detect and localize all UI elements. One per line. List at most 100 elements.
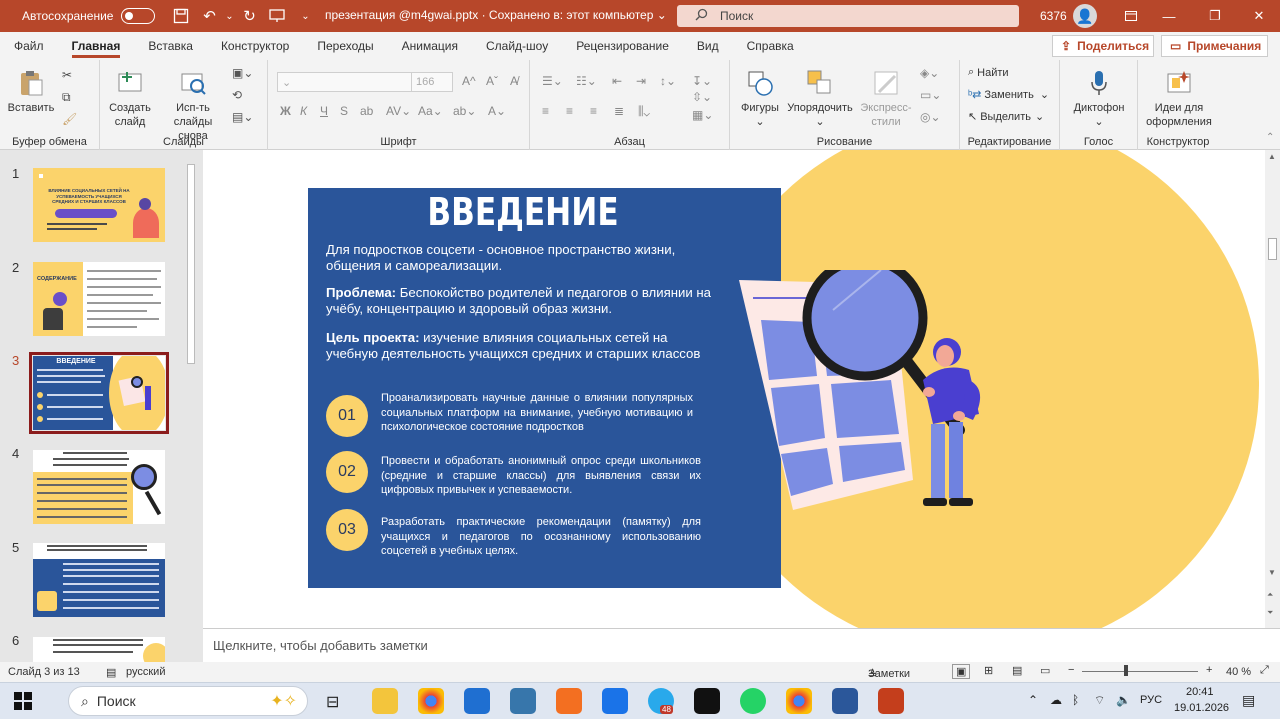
slide-title[interactable]: ВВЕДЕНИЕ <box>347 190 700 234</box>
keyboard-language[interactable]: РУС <box>1140 694 1162 706</box>
align-left-icon[interactable]: ≡ <box>542 104 549 118</box>
task-view-icon[interactable]: ⊟ <box>326 692 339 712</box>
reuse-slides-button[interactable]: Исп-ть слайды снова <box>162 68 224 143</box>
new-slide-button[interactable]: Создать слайд <box>106 68 154 129</box>
copy-icon[interactable]: ⧉ <box>62 90 71 105</box>
normal-view-icon[interactable]: ▣ <box>952 664 971 679</box>
smartart-icon[interactable]: ▦⌄ <box>692 108 713 122</box>
autosave-toggle[interactable] <box>121 8 156 24</box>
select-button[interactable]: ↖ Выделить ⌄ <box>968 110 1044 124</box>
spellcheck-icon[interactable]: ▤ <box>106 666 116 679</box>
paste-button[interactable]: Вставить <box>6 68 56 115</box>
avatar[interactable]: 👤 <box>1073 4 1097 28</box>
tab-insert[interactable]: Вставка <box>134 32 207 60</box>
align-center-icon[interactable]: ≡ <box>566 104 573 118</box>
bluetooth-icon[interactable]: ᛒ <box>1072 693 1079 707</box>
volume-icon[interactable]: 🔈 <box>1116 693 1131 707</box>
slideshow-icon[interactable] <box>263 2 291 30</box>
task-item-3[interactable]: Разработать практические рекомендации (п… <box>381 515 701 559</box>
save-icon[interactable] <box>167 2 195 30</box>
underline-button[interactable]: Ч <box>320 104 328 118</box>
slide-thumbnail-5[interactable] <box>33 543 165 617</box>
slide-3[interactable]: ВВЕДЕНИЕ Для подростков соцсети - основн… <box>203 150 1265 628</box>
layout-icon[interactable]: ▣⌄ <box>232 66 253 80</box>
tab-slideshow[interactable]: Слайд-шоу <box>472 32 562 60</box>
slide-thumbnail-6[interactable] <box>33 637 165 662</box>
store-icon[interactable] <box>464 688 490 714</box>
zoom-level[interactable]: 40 % <box>1226 666 1251 678</box>
wifi-icon[interactable]: ⌔ <box>1094 693 1105 708</box>
clock-date[interactable]: 19.01.2026 <box>1174 702 1229 714</box>
text-direction-icon[interactable]: ↧⌄ <box>692 74 712 88</box>
collapse-ribbon-icon[interactable]: ⌃ <box>1266 132 1274 143</box>
shape-fill-icon[interactable]: ◈⌄ <box>920 66 939 80</box>
bold-button[interactable]: Ж <box>280 104 291 118</box>
italic-button[interactable]: К <box>300 104 307 118</box>
slide-thumbnail-3[interactable]: ВВЕДЕНИЕ <box>29 352 169 434</box>
notes-pane[interactable]: Щелкните, чтобы добавить заметки <box>203 628 1280 662</box>
redo-icon[interactable]: ↻ <box>235 2 263 30</box>
whatsapp-icon[interactable] <box>740 688 766 714</box>
onedrive-icon[interactable]: ☁ <box>1050 693 1062 707</box>
chrome-profile-icon[interactable] <box>786 688 812 714</box>
font-family-select[interactable]: ⌄ <box>277 72 412 92</box>
columns-icon[interactable]: ⫼⌄ <box>638 104 650 119</box>
design-ideas-button[interactable]: Идеи для оформления <box>1142 68 1216 129</box>
notion-icon[interactable] <box>694 688 720 714</box>
word-icon[interactable] <box>832 688 858 714</box>
slide-scrollbar[interactable]: ▲ ▼ ⏶ ⏷ <box>1265 150 1280 628</box>
find-button[interactable]: ⌕ Найти <box>968 66 1009 79</box>
slide-thumbnail-4[interactable] <box>33 450 165 524</box>
powerpoint-icon[interactable] <box>878 688 904 714</box>
close-icon[interactable]: ✕ <box>1236 0 1280 32</box>
highlight-icon[interactable]: ab⌄ <box>453 104 476 118</box>
clear-format-icon[interactable]: A̸ <box>510 74 518 88</box>
numbering-icon[interactable]: ☷⌄ <box>576 74 597 88</box>
decrease-indent-icon[interactable]: ⇤ <box>612 74 622 88</box>
shape-effects-icon[interactable]: ◎⌄ <box>920 110 941 124</box>
format-painter-icon[interactable]: 🖌 <box>62 112 77 126</box>
increase-indent-icon[interactable]: ⇥ <box>636 74 646 88</box>
bullets-icon[interactable]: ☰⌄ <box>542 74 563 88</box>
undo-dropdown-icon[interactable]: ⌄ <box>223 2 235 30</box>
dictate-button[interactable]: Диктофон ⌄ <box>1066 68 1132 129</box>
customize-qat-icon[interactable]: ⌄ <box>291 2 319 30</box>
change-case-icon[interactable]: Aa⌄ <box>418 104 443 118</box>
align-text-icon[interactable]: ⇳⌄ <box>692 90 712 104</box>
task-item-1[interactable]: Проанализировать научные данные о влияни… <box>381 391 693 435</box>
tab-review[interactable]: Рецензирование <box>562 32 683 60</box>
python-icon[interactable] <box>510 688 536 714</box>
search-box[interactable]: Поиск <box>677 5 1019 27</box>
slide-thumbnail-1[interactable]: ВЛИЯНИЕ СОЦИАЛЬНЫХ СЕТЕЙ НА УСПЕВАЕМОСТЬ… <box>33 168 165 242</box>
problem-paragraph[interactable]: Проблема: Беспокойство родителей и педаг… <box>326 285 718 317</box>
shape-outline-icon[interactable]: ▭⌄ <box>920 88 941 102</box>
replace-button[interactable]: ᵇ⇄ Заменить ⌄ <box>968 88 1049 102</box>
taskbar-search[interactable]: ⌕ Поиск ✦✧ <box>68 686 308 716</box>
file-explorer-icon[interactable] <box>372 688 398 714</box>
undo-icon[interactable]: ↶ <box>195 2 223 30</box>
fit-slide-icon[interactable]: ⤢ <box>1260 664 1269 677</box>
tab-view[interactable]: Вид <box>683 32 733 60</box>
font-size-increase-icon[interactable]: A^ <box>462 74 476 88</box>
section-icon[interactable]: ▤⌄ <box>232 110 253 124</box>
thumbnails-scrollbar[interactable] <box>184 150 198 662</box>
start-icon[interactable] <box>14 692 32 713</box>
zoom-in-icon[interactable]: + <box>1206 664 1212 676</box>
reset-icon[interactable]: ⟲ <box>232 88 242 102</box>
sublime-icon[interactable] <box>556 688 582 714</box>
tab-design[interactable]: Конструктор <box>207 32 303 60</box>
font-size-select[interactable]: 166 <box>411 72 453 92</box>
shapes-button[interactable]: Фигуры ⌄ <box>736 68 784 129</box>
chrome-icon[interactable] <box>418 688 444 714</box>
font-color-icon[interactable]: A⌄ <box>488 104 506 118</box>
strikethrough-button[interactable]: S <box>340 104 348 118</box>
reading-view-icon[interactable]: ▤ <box>1012 664 1022 677</box>
tab-help[interactable]: Справка <box>733 32 808 60</box>
justify-icon[interactable]: ≣ <box>614 104 624 118</box>
quick-styles-button[interactable]: Экспресс-стили <box>856 68 916 129</box>
align-right-icon[interactable]: ≡ <box>590 104 597 118</box>
line-spacing-icon[interactable]: ↕⌄ <box>660 74 676 88</box>
tab-home[interactable]: Главная <box>58 32 135 60</box>
restore-icon[interactable]: ❐ <box>1192 0 1238 32</box>
slideshow-view-icon[interactable]: ▭ <box>1040 664 1050 677</box>
